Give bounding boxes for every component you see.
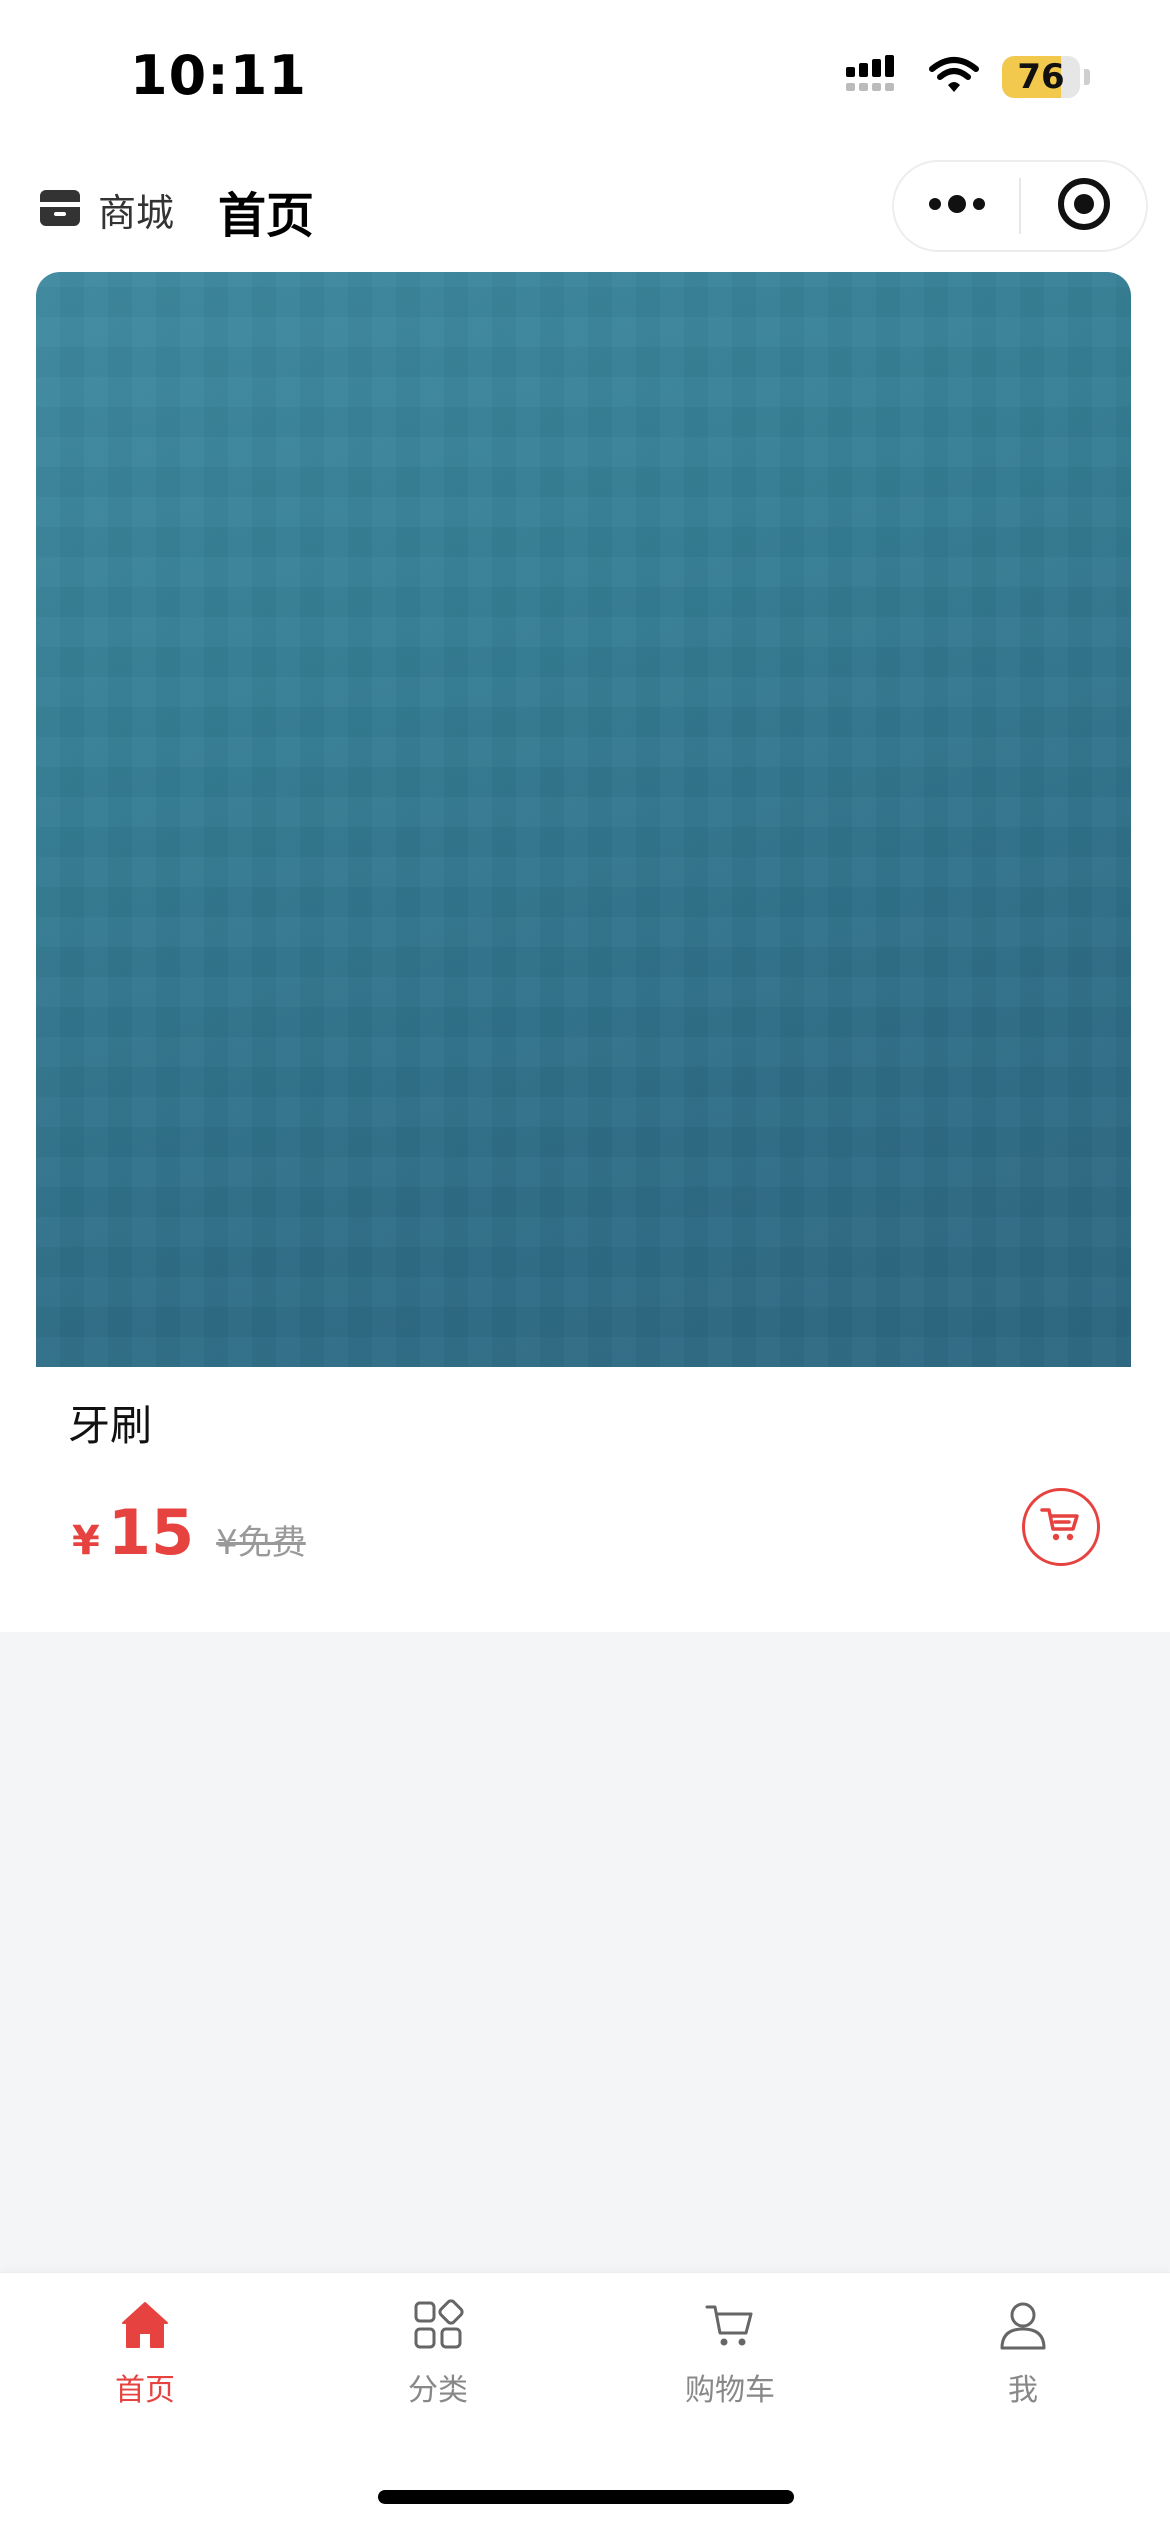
close-capsule-button[interactable] — [1021, 162, 1146, 250]
status-indicators: 76 — [846, 52, 1090, 102]
tab-label-me: 我 — [1008, 2373, 1038, 2408]
original-price: ¥免费 — [216, 1523, 306, 1563]
battery-level: 76 — [1017, 57, 1065, 97]
tab-label-category: 分类 — [408, 2373, 468, 2408]
product-image[interactable] — [36, 272, 1131, 1367]
battery-cap — [1084, 69, 1090, 85]
battery-indicator: 76 — [1002, 56, 1080, 98]
tab-label-cart: 购物车 — [685, 2373, 775, 2408]
page-title: 首页 — [218, 188, 315, 244]
price-row: ¥ 15 ¥免费 — [72, 1496, 306, 1569]
mini-program-capsule — [892, 160, 1148, 252]
home-indicator — [378, 2490, 794, 2504]
product-name[interactable]: 牙刷 — [68, 1392, 152, 1453]
more-button[interactable] — [894, 162, 1019, 250]
store-icon — [38, 188, 82, 232]
wifi-icon — [928, 55, 980, 99]
tab-me[interactable]: 我 — [923, 2299, 1123, 2409]
category-icon — [412, 2299, 464, 2355]
tab-label-home: 首页 — [115, 2373, 175, 2408]
cellular-signal-icon — [846, 55, 906, 99]
target-icon — [1056, 176, 1112, 236]
product-price: 15 — [107, 1496, 195, 1569]
cart-icon — [704, 2299, 756, 2355]
add-to-cart-button[interactable] — [1022, 1488, 1100, 1566]
nav-bar: 商城 首页 — [0, 160, 1170, 256]
user-icon — [997, 2299, 1049, 2355]
price-currency: ¥ — [72, 1518, 100, 1564]
cart-icon — [1039, 1505, 1083, 1549]
tab-cart[interactable]: 购物车 — [630, 2299, 830, 2409]
brand[interactable]: 商城 — [38, 182, 174, 237]
status-time: 10:11 — [130, 44, 307, 107]
home-icon — [119, 2299, 171, 2355]
page: 10:11 76 商城 首页 牙刷 ¥ 15 ¥免费 首页 分类 购物车 我 — [0, 0, 1170, 2532]
more-dots-icon — [927, 192, 987, 220]
tab-category[interactable]: 分类 — [338, 2299, 538, 2409]
brand-label: 商城 — [98, 191, 175, 235]
tab-home[interactable]: 首页 — [45, 2299, 245, 2409]
